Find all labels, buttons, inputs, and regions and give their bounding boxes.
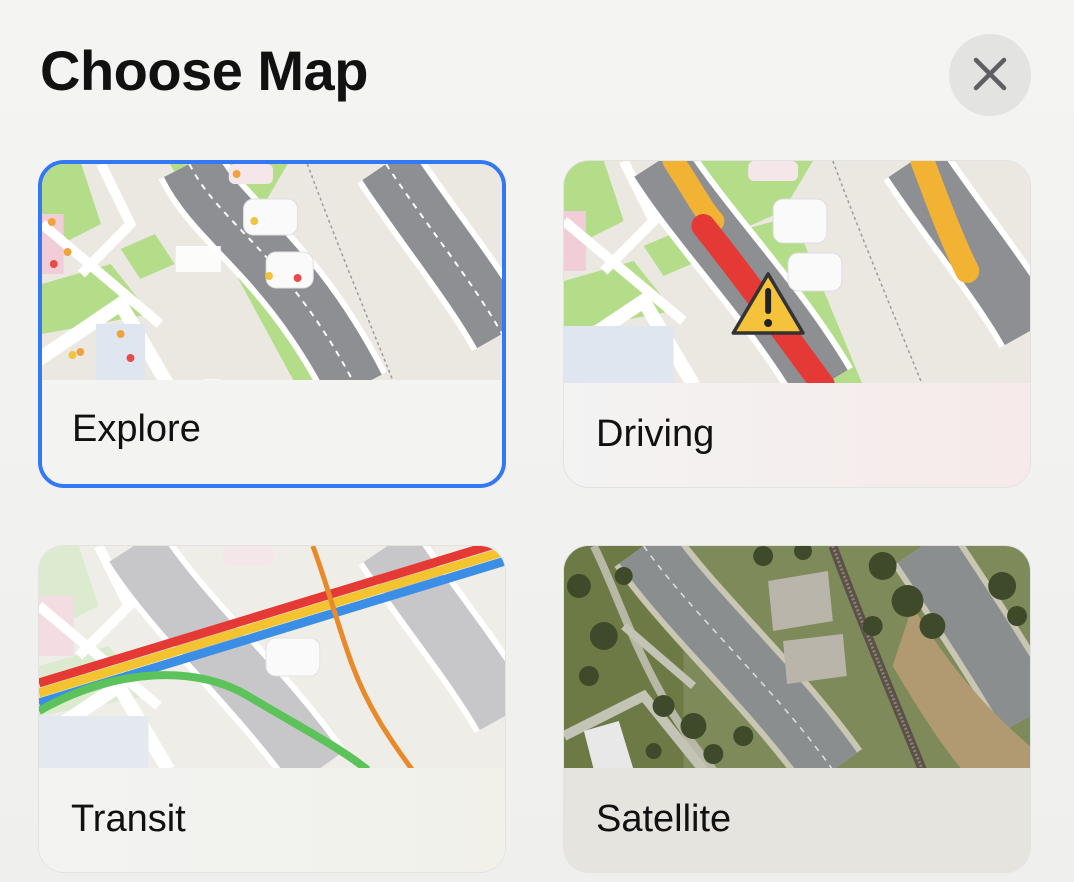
map-option-transit[interactable]: Transit <box>38 545 506 873</box>
satellite-map-preview <box>564 546 1030 770</box>
driving-map-preview <box>564 161 1030 385</box>
close-button[interactable] <box>949 34 1031 116</box>
map-option-label: Transit <box>71 798 186 840</box>
map-option-explore[interactable]: Explore <box>38 160 506 488</box>
page-title: Choose Map <box>40 39 368 102</box>
map-option-label: Driving <box>596 413 715 455</box>
map-option-label: Explore <box>72 408 201 450</box>
choose-map-sheet: Choose Map Explore Driving Transit Satel… <box>0 0 1074 882</box>
map-option-label: Satellite <box>596 798 732 840</box>
map-option-driving[interactable]: Driving <box>563 160 1031 488</box>
transit-map-preview <box>39 546 505 770</box>
map-option-satellite[interactable]: Satellite <box>563 545 1031 873</box>
xmark-icon <box>972 56 1008 95</box>
explore-map-preview <box>42 164 502 388</box>
